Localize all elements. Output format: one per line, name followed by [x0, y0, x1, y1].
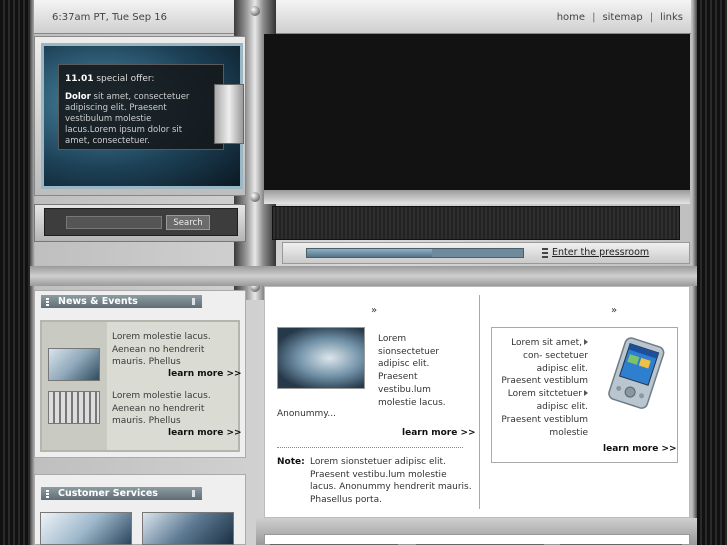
- device-text: Lorem sit amet, con- sectetuer adipisc e…: [496, 337, 588, 439]
- device-line: Lorem sit amet,: [496, 337, 588, 350]
- news-header-label: News & Events: [58, 296, 138, 307]
- news-item-text: Lorem molestie lacus. Aenean no hendreri…: [112, 332, 211, 367]
- article-tail: Anonummy...: [277, 409, 336, 419]
- double-chevron-icon: »: [371, 305, 378, 316]
- device-line: molestie: [549, 427, 588, 438]
- search-button[interactable]: Search: [166, 215, 210, 230]
- promo-tab-handle: [214, 84, 244, 144]
- customer-services-header: Customer Services: [41, 487, 202, 500]
- promo-body-bold: Dolor: [65, 92, 91, 102]
- double-chevron-icon: »: [611, 305, 618, 316]
- left-rail: [0, 0, 30, 545]
- nav-links-link[interactable]: links: [660, 12, 683, 23]
- device-line: adipisc elit.: [536, 401, 588, 412]
- nav-sitemap-link[interactable]: sitemap: [602, 12, 642, 23]
- grip-icon: [46, 298, 49, 306]
- header-marker-icon: [192, 490, 195, 497]
- note-label: Note:: [277, 457, 305, 467]
- grip-icon: [46, 490, 49, 498]
- mid-band: [30, 266, 697, 286]
- news-thumbnail[interactable]: [48, 391, 100, 424]
- dark-strip: [272, 206, 680, 240]
- article-learn-more-link[interactable]: learn more >>: [402, 428, 476, 438]
- datetime: 6:37am PT, Tue Sep 16: [52, 12, 168, 23]
- news-item-text: Lorem molestie lacus. Aenean no hendreri…: [112, 391, 211, 426]
- promo-title-text: special offer:: [96, 74, 155, 84]
- bolt-icon: [250, 6, 260, 16]
- nav-separator: |: [592, 12, 596, 23]
- triangle-right-icon: [584, 339, 588, 345]
- article-image[interactable]: [277, 327, 365, 389]
- divider: [277, 447, 463, 448]
- column-divider: [479, 295, 480, 509]
- news-header: News & Events: [41, 295, 202, 308]
- pda-icon[interactable]: [598, 337, 674, 411]
- nav-home-link[interactable]: home: [557, 12, 585, 23]
- header-marker-icon: [192, 298, 195, 305]
- promo-body: Dolor sit amet, consectetuer adipiscing …: [65, 92, 205, 147]
- news-learn-more-link[interactable]: learn more >>: [168, 428, 242, 438]
- news-box-side: [42, 322, 107, 450]
- top-nav: home | sitemap | links: [557, 12, 683, 23]
- grip-icon: [542, 248, 548, 258]
- device-learn-more-link[interactable]: learn more >>: [603, 444, 677, 454]
- feature-screen-base: [264, 190, 690, 204]
- customer-services-image[interactable]: [40, 512, 132, 545]
- feature-screen: [264, 34, 690, 190]
- article-text: Lorem sionsectetuer adipisc elit. Praese…: [378, 334, 446, 408]
- promo-title-number: 11.01: [65, 74, 94, 84]
- search-input[interactable]: [66, 216, 162, 229]
- device-line: Lorem sitctetuer: [496, 388, 588, 401]
- device-line: Praesent vestiblum: [501, 414, 588, 425]
- device-line: con- sectetuer: [523, 350, 588, 361]
- progress-fill: [307, 249, 432, 257]
- nav-separator: |: [649, 12, 654, 23]
- news-thumbnail[interactable]: [48, 348, 100, 381]
- promo-title: 11.01 special offer:: [65, 74, 154, 84]
- bolt-icon: [250, 192, 260, 202]
- device-line: adipisc elit.: [536, 363, 588, 374]
- triangle-right-icon: [584, 390, 588, 397]
- note-text: Lorem sionstetuer adipisc elit. Praesent…: [310, 457, 472, 505]
- news-learn-more-link[interactable]: learn more >>: [168, 369, 242, 379]
- right-rail: [697, 0, 727, 545]
- customer-services-image[interactable]: [142, 512, 234, 545]
- customer-services-label: Customer Services: [58, 488, 158, 499]
- device-line: Praesent vestiblum: [501, 376, 588, 387]
- pressroom-link[interactable]: Enter the pressroom: [552, 247, 649, 258]
